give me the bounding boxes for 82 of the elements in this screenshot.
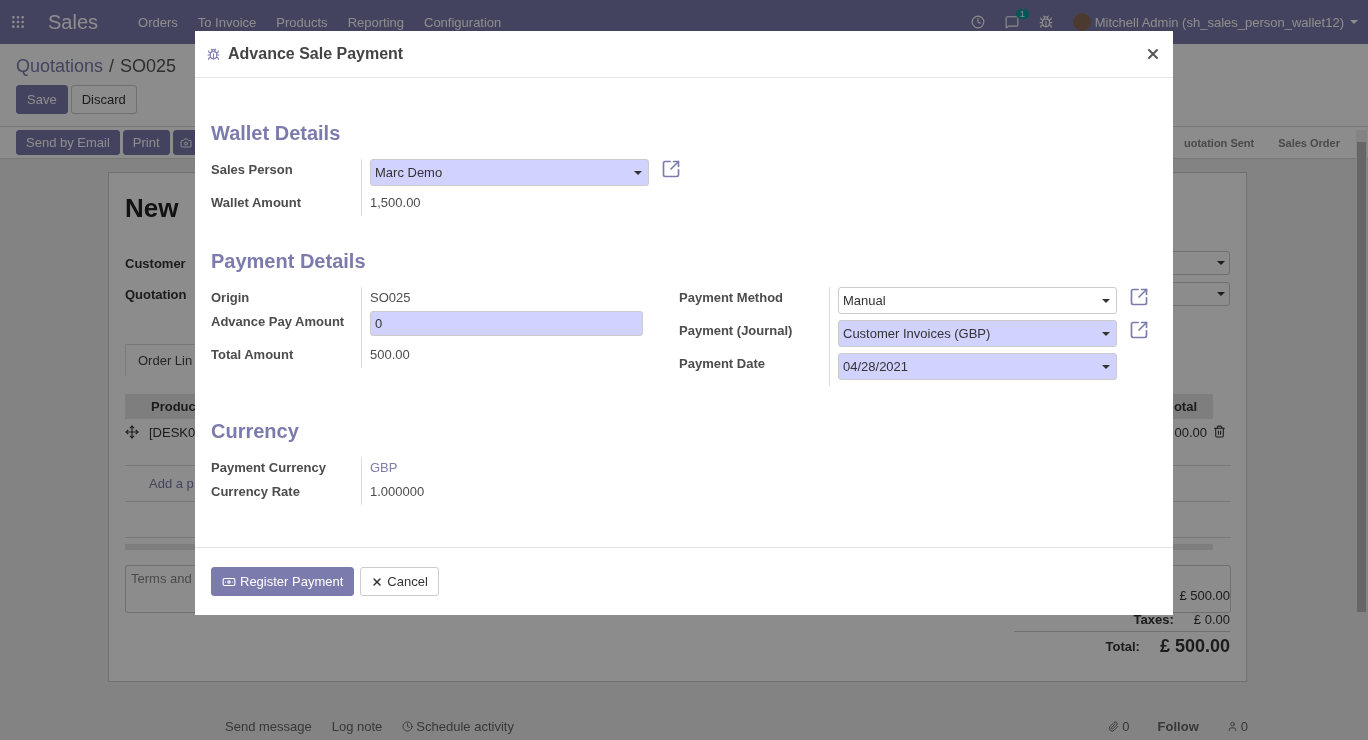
chatter-link[interactable]: Send message: [225, 718, 312, 734]
select-field[interactable]: Marc Demo: [370, 159, 649, 186]
clock-icon[interactable]: [970, 15, 985, 29]
field-label: Advance Pay Amount: [211, 313, 346, 331]
field-label: Wallet Amount: [211, 194, 303, 212]
menu-item[interactable]: Orders: [138, 14, 178, 30]
user-menu[interactable]: Mitchell Admin (sh_sales_person_wallet12): [1094, 14, 1344, 30]
paperclip-icon: [1108, 720, 1120, 732]
caret-icon: [634, 170, 642, 175]
field-value: 1.000000: [370, 483, 425, 499]
total-value: £ 0.00: [1193, 611, 1230, 627]
field-label: Total Amount: [211, 346, 295, 364]
field-label: Origin: [211, 289, 251, 307]
field-value: 500.00: [370, 346, 410, 362]
bug-icon[interactable]: [1038, 15, 1053, 29]
chat-icon[interactable]: [1004, 15, 1019, 29]
avatar: [1072, 13, 1091, 31]
add-line-link[interactable]: Add a p: [149, 475, 194, 491]
total-value: £ 500.00: [1179, 587, 1230, 603]
register-payment-button[interactable]: Register Payment: [211, 567, 355, 596]
input-field[interactable]: 0: [370, 311, 643, 336]
status-step[interactable]: Sales Order: [1266, 136, 1352, 149]
discard-button[interactable]: Discard: [70, 85, 137, 114]
app-name: Sales: [48, 10, 99, 34]
external-link-icon[interactable]: [1129, 320, 1149, 340]
camera-icon: [179, 136, 192, 149]
section-title: Wallet Details: [211, 122, 342, 145]
select-field[interactable]: 04/28/2021: [838, 353, 1117, 380]
field-label: Payment Currency: [211, 459, 327, 477]
count-badge: 1: [1015, 9, 1029, 19]
field-label: Payment (Journal): [679, 322, 794, 340]
action-button[interactable]: Send by Email: [16, 130, 120, 155]
clock-icon: [402, 720, 414, 732]
caret-icon: [1102, 364, 1110, 369]
caret-icon: [1102, 331, 1110, 336]
field-link[interactable]: GBP: [370, 457, 398, 475]
field-label: Customer: [125, 255, 186, 271]
field-value: SO025: [370, 289, 411, 305]
caret-icon: [1102, 298, 1110, 303]
field-value: 1,500.00: [370, 194, 421, 210]
cancel-button[interactable]: Cancel: [360, 567, 439, 596]
total-label: Total:: [1105, 639, 1140, 654]
user-icon: [1226, 720, 1238, 732]
bug-icon: [207, 47, 220, 61]
table-cell: [DESK0: [149, 424, 196, 440]
dialog-title: Advance Sale Payment: [228, 45, 404, 63]
chatter-link[interactable]: Log note: [331, 718, 383, 734]
field-label: Sales Person: [211, 161, 294, 179]
total-label: Taxes:: [1133, 611, 1174, 627]
trash-icon[interactable]: [1213, 424, 1226, 438]
section-title: Currency: [211, 420, 300, 443]
drag-handle-icon: [125, 424, 139, 439]
menu-item[interactable]: Reporting: [347, 14, 404, 30]
breadcrumb-separator: /: [109, 56, 115, 77]
breadcrumb-item: SO025: [120, 56, 177, 77]
breadcrumb-item[interactable]: Quotations: [16, 56, 104, 77]
chatter-link[interactable]: Schedule activity: [402, 718, 514, 734]
menu-item[interactable]: Products: [276, 14, 328, 30]
field-label: Currency Rate: [211, 483, 301, 501]
caret-icon: [1350, 20, 1358, 24]
status-step[interactable]: uotation Sent: [1171, 136, 1267, 149]
apps-icon[interactable]: [10, 14, 26, 30]
close-icon: [371, 575, 384, 588]
save-button[interactable]: Save: [16, 85, 68, 114]
select-field[interactable]: Customer Invoices (GBP): [838, 320, 1117, 347]
field-label: Payment Method: [679, 289, 784, 307]
external-link-icon[interactable]: [1129, 287, 1149, 307]
total-value: £ 500.00: [1159, 636, 1230, 657]
close-icon[interactable]: [1145, 46, 1161, 62]
select-field[interactable]: Manual: [838, 287, 1117, 314]
section-title: Payment Details: [211, 250, 367, 273]
external-link-icon[interactable]: [661, 159, 681, 179]
menu-item[interactable]: To Invoice: [197, 14, 257, 30]
menu-item[interactable]: Configuration: [424, 14, 502, 30]
field-label: Quotation: [125, 286, 187, 302]
followers-button[interactable]: 0: [1226, 718, 1248, 734]
field-label: Payment Date: [679, 355, 766, 373]
follow-button[interactable]: Follow: [1157, 718, 1199, 734]
action-button[interactable]: Print: [122, 130, 170, 155]
table-cell-text: 00.00: [1174, 424, 1208, 440]
attachments-button[interactable]: 0: [1108, 718, 1130, 734]
record-title: New: [125, 193, 179, 224]
